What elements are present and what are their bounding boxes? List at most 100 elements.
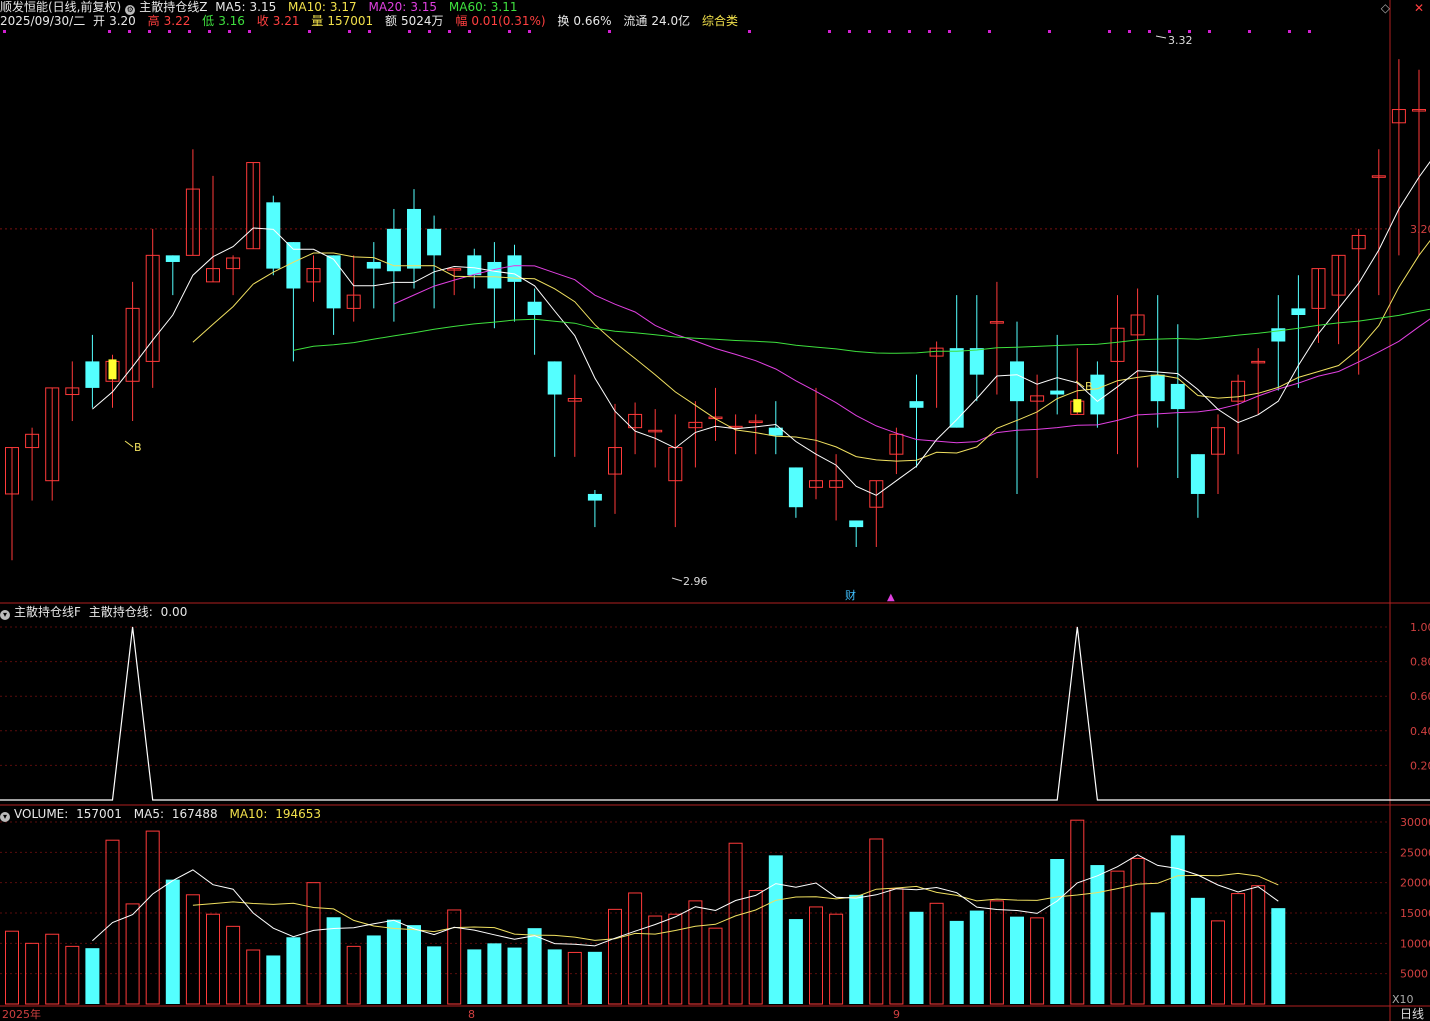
top-marker-12 xyxy=(408,30,411,33)
top-marker-17 xyxy=(528,30,531,33)
candle-body-58 xyxy=(1170,383,1185,410)
vol-bar-58 xyxy=(1170,835,1185,1004)
x-tick-aug: 8 xyxy=(468,1008,475,1021)
top-marker-10 xyxy=(348,30,351,33)
ma60-value: 3.11 xyxy=(490,0,518,14)
ind-axis-label-4: 1.00 xyxy=(1410,621,1430,634)
ma5-label: MA5: xyxy=(215,0,246,14)
x-tick-sep: 9 xyxy=(893,1008,900,1021)
top-marker-31 xyxy=(1148,30,1151,33)
vol-bar-20 xyxy=(407,925,421,1004)
x-tick-year: 2025年 xyxy=(2,1007,41,1021)
candle-body-45 xyxy=(909,401,924,408)
period-label: 日线 xyxy=(1400,1007,1424,1021)
candle-body-27 xyxy=(547,361,562,395)
top-marker-18 xyxy=(608,30,611,33)
top-marker-21 xyxy=(848,30,851,33)
vol-label: 量 xyxy=(311,14,324,28)
candle-body-20 xyxy=(407,208,421,269)
vol-bar-26 xyxy=(527,928,542,1004)
price-min-label: 2.96 xyxy=(683,575,708,588)
turnover-value: 0.66% xyxy=(573,14,612,28)
top-marker-22 xyxy=(868,30,871,33)
top-marker-3 xyxy=(148,30,151,33)
vol-bar-38 xyxy=(768,855,783,1004)
vol-bar-24 xyxy=(487,943,502,1004)
candle-body-18 xyxy=(366,261,381,269)
indicator-series-label: 主散持仓线: xyxy=(88,605,153,619)
ma5-value: 3.15 xyxy=(249,0,277,14)
vol-bar-8 xyxy=(165,879,180,1004)
vol-axis-label-0: 30000 xyxy=(1400,816,1430,829)
top-marker-36 xyxy=(1288,30,1291,33)
vol-value: 157001 xyxy=(327,14,374,28)
top-marker-15 xyxy=(468,30,471,33)
candle-body-64 xyxy=(1291,308,1306,315)
vol-axis-label-2: 20000 xyxy=(1400,877,1430,890)
high-value: 3.22 xyxy=(163,14,191,28)
ma20-value: 3.15 xyxy=(410,0,438,14)
top-marker-33 xyxy=(1188,30,1191,33)
vol-bar-42 xyxy=(849,894,864,1004)
candle-body-21 xyxy=(427,228,442,256)
top-marker-4 xyxy=(168,30,171,33)
open-value: 3.20 xyxy=(109,14,136,28)
volume-panel-header: ▾ VOLUME: 157001 MA5: 167488 MA10: 194653 xyxy=(0,807,329,822)
indicator-panel-header: ▾ 主散持仓线F 主散持仓线: 0.00 xyxy=(0,605,195,620)
volume-toggle-icon[interactable]: ▾ xyxy=(0,812,10,822)
category: 综合类 xyxy=(701,14,738,28)
indicator-series-value: 0.00 xyxy=(160,605,188,619)
top-marker-25 xyxy=(928,30,931,33)
expand-diamond-icon[interactable]: ◇ xyxy=(1381,1,1390,15)
vol-axis-label-3: 15000 xyxy=(1400,907,1430,920)
top-marker-2 xyxy=(128,30,131,33)
vol-axis-label-4: 10000 xyxy=(1400,937,1430,950)
float-value: 24.0亿 xyxy=(651,14,691,28)
vol-bar-29 xyxy=(587,951,602,1004)
top-marker-35 xyxy=(1248,30,1251,33)
candle-body-8 xyxy=(165,255,180,262)
vol-axis-label-1: 25000 xyxy=(1400,846,1430,859)
vol-bar-57 xyxy=(1150,912,1165,1004)
candle-body-39 xyxy=(788,467,803,508)
vol-ma5-value: 167488 xyxy=(171,807,218,821)
close-label: 收 xyxy=(256,14,269,28)
top-marker-14 xyxy=(448,30,451,33)
close-x-icon[interactable]: ✕ xyxy=(1414,1,1424,15)
vol-bar-14 xyxy=(286,937,301,1004)
ma20-label: MA20: xyxy=(368,0,407,14)
open-label: 开 xyxy=(93,14,106,28)
candle-body-23 xyxy=(467,255,482,276)
highlight-candle-5 xyxy=(108,359,117,380)
indicator-panel-name[interactable]: 主散持仓线F xyxy=(14,605,81,619)
float-label: 流通 xyxy=(623,14,648,28)
vol-bar-45 xyxy=(909,911,924,1004)
top-marker-19 xyxy=(748,30,751,33)
panel-toggle-icon[interactable]: ▾ xyxy=(0,610,10,620)
vol-ma5-label: MA5: xyxy=(133,807,165,821)
indicator-name[interactable]: 主散持仓线Z xyxy=(139,0,207,14)
b-signal-1: B xyxy=(134,441,142,454)
vol-unit-label: X10 xyxy=(1392,993,1414,1006)
low-value: 3.16 xyxy=(218,14,245,28)
volume-label[interactable]: VOLUME: xyxy=(14,807,68,821)
high-label: 高 xyxy=(147,14,160,28)
ma10-value: 3.17 xyxy=(329,0,357,14)
change-label: 幅 xyxy=(455,14,468,28)
vol-ma10-label: MA10: xyxy=(229,807,268,821)
volume-value: 157001 xyxy=(76,807,122,821)
candle-body-50 xyxy=(1010,361,1024,402)
vol-bar-13 xyxy=(266,955,281,1004)
ind-axis-label-1: 0.40 xyxy=(1410,725,1430,738)
top-marker-23 xyxy=(888,30,891,33)
top-marker-30 xyxy=(1128,30,1131,33)
vol-bar-47 xyxy=(949,920,964,1004)
finance-mark: 财 xyxy=(845,588,856,602)
top-marker-37 xyxy=(1308,30,1311,33)
vol-bar-21 xyxy=(427,946,442,1004)
top-marker-9 xyxy=(308,30,311,33)
vol-axis-label-5: 5000 xyxy=(1400,968,1428,981)
top-marker-6 xyxy=(208,30,211,33)
candle-body-52 xyxy=(1050,390,1065,395)
candle-body-13 xyxy=(266,202,281,269)
